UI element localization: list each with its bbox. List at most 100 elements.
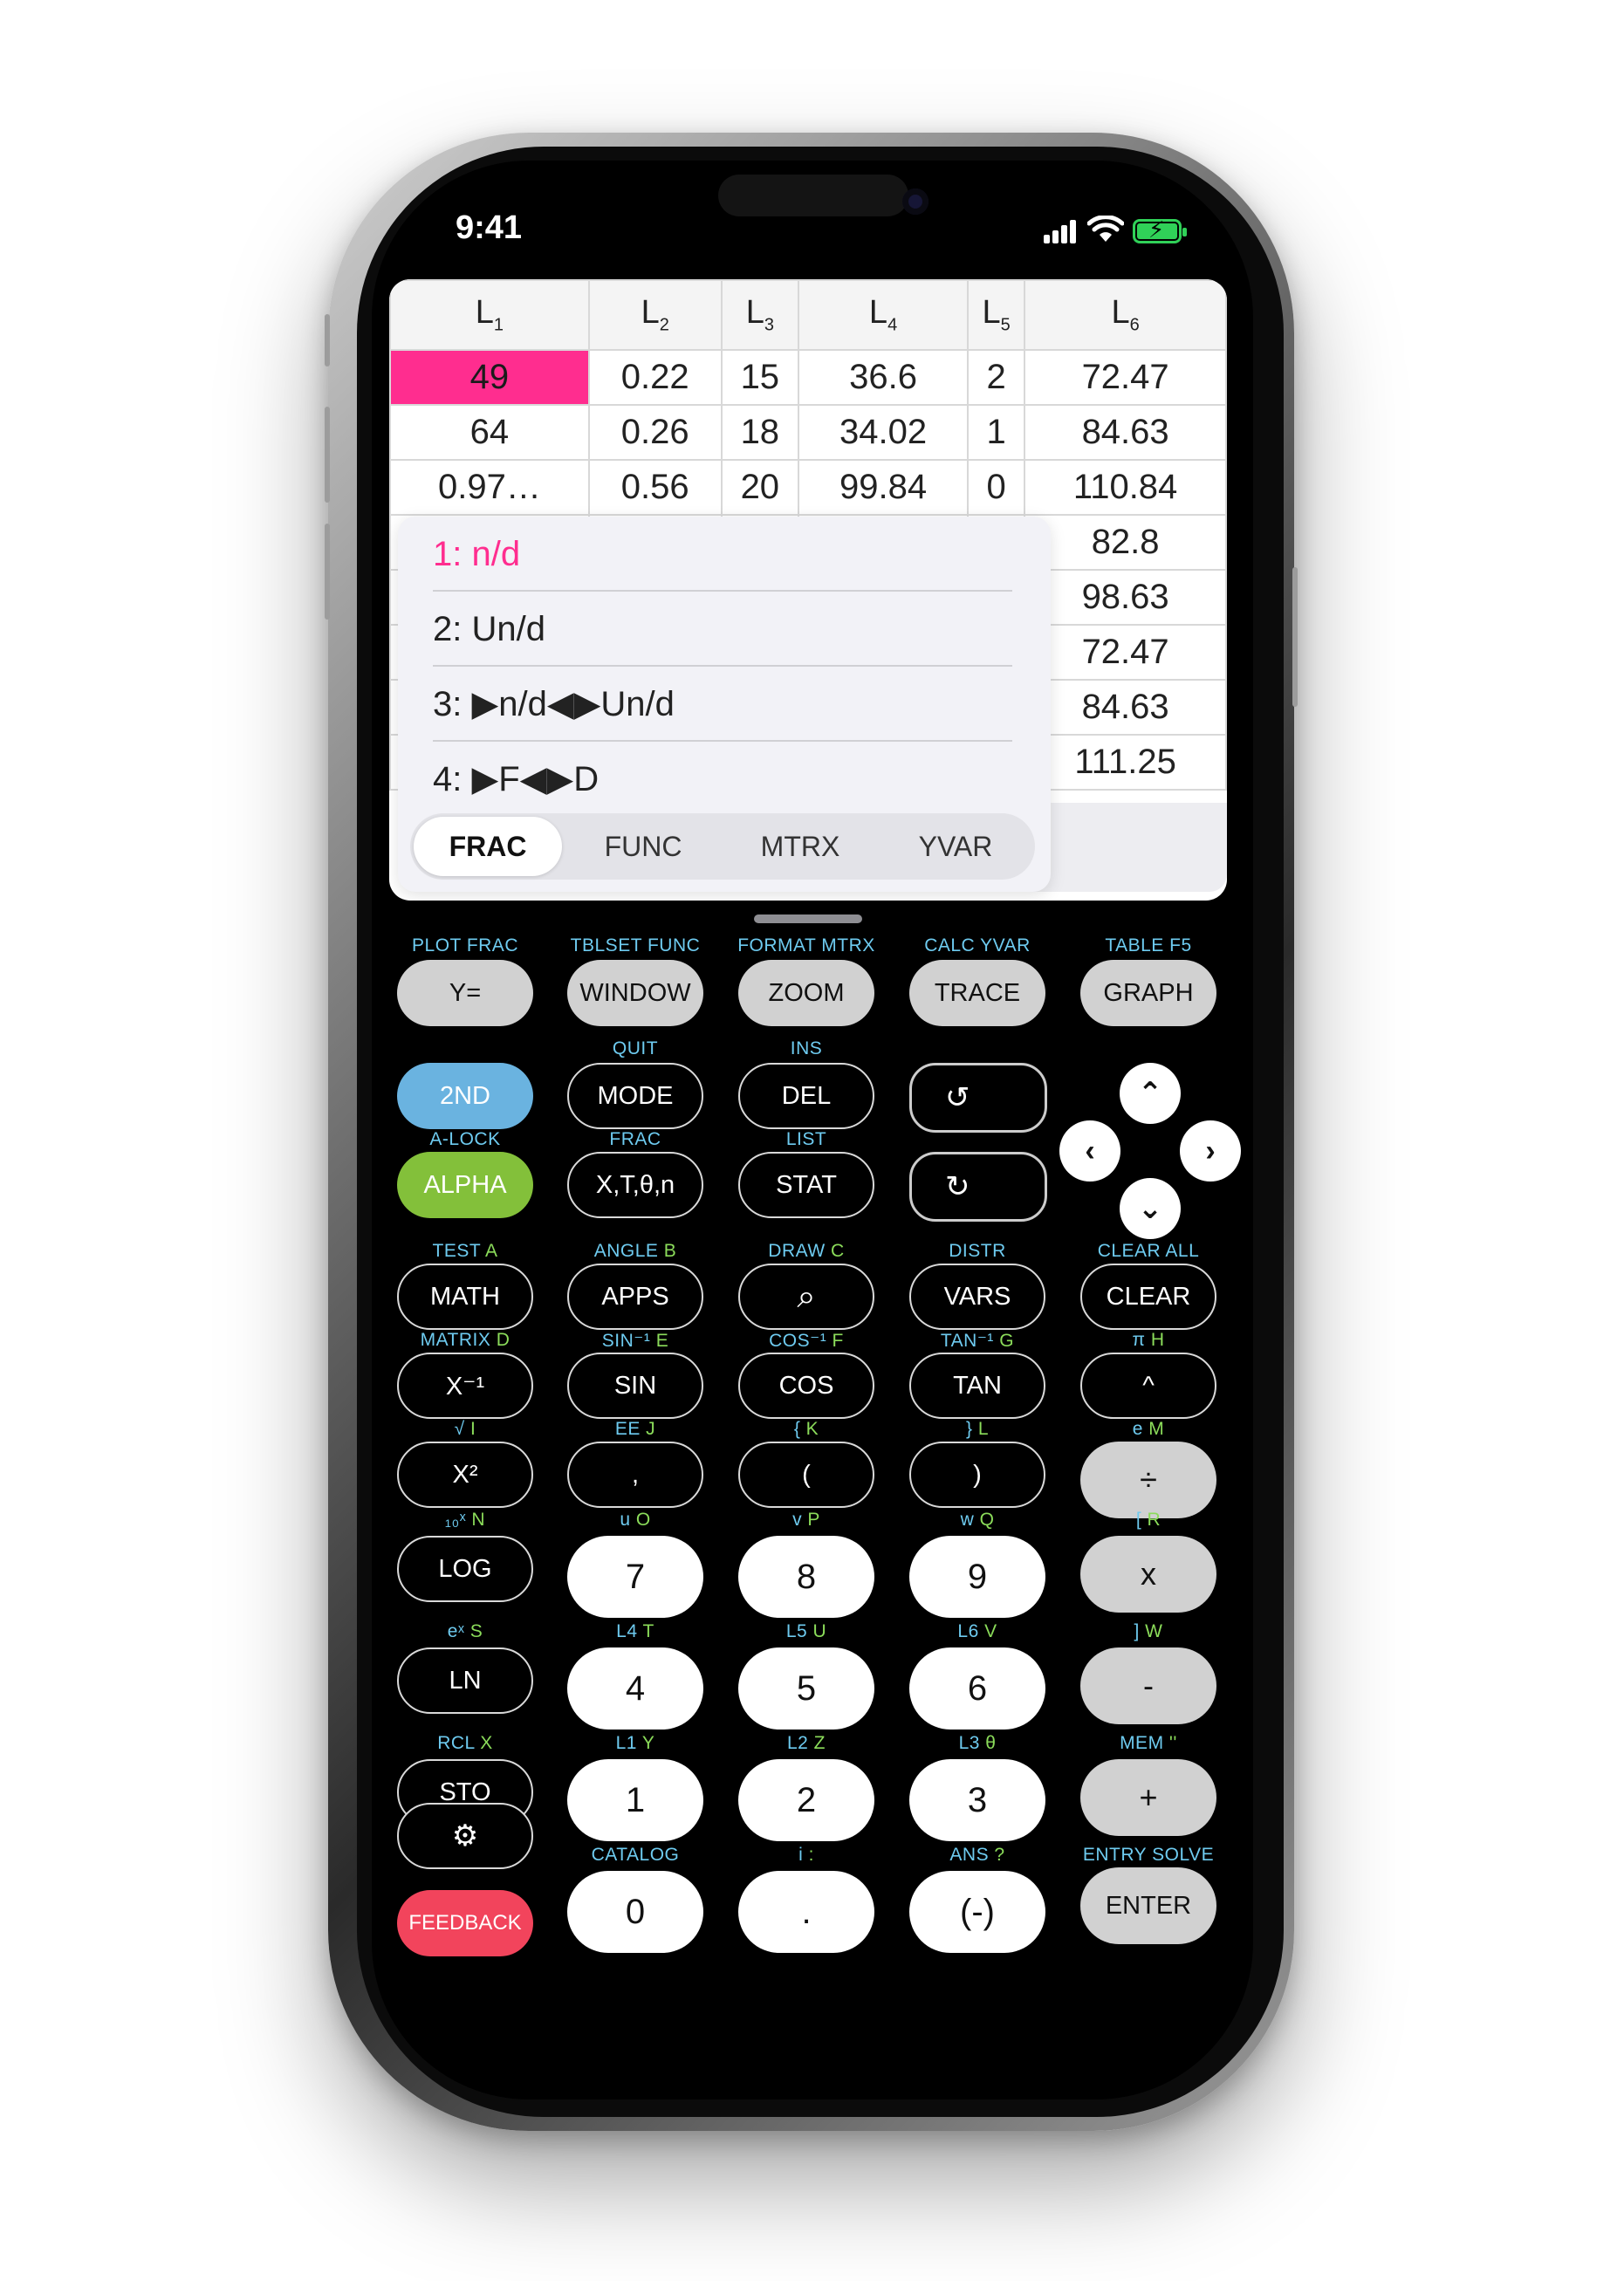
table-cell[interactable]: 98.63 [1024,569,1227,626]
tab-yvar[interactable]: YVAR [881,817,1030,876]
key-4[interactable]: 4 [567,1647,703,1730]
table-cell[interactable]: 49 [389,349,590,406]
label-row6-3: } L [899,1419,1056,1440]
key-0[interactable]: 0 [567,1871,703,1953]
table-cell[interactable]: 15 [720,349,800,406]
table-cell[interactable]: 84.63 [1024,404,1227,461]
key-2nd[interactable]: 2ND [397,1063,533,1129]
arrow-up-icon[interactable]: ⌃ [1120,1063,1181,1124]
menu-item-convert-decimal[interactable]: 4: ▶F◀▶D [433,742,1012,812]
key-tan[interactable]: TAN [909,1353,1045,1419]
table-cell[interactable]: 64 [389,404,590,461]
menu-item-un-d[interactable]: 2: Un/d [433,592,1012,667]
key-trace[interactable]: TRACE [909,960,1045,1026]
key-search[interactable]: ⌕ [738,1264,874,1330]
table-cell[interactable]: 2 [967,349,1026,406]
key-1[interactable]: 1 [567,1759,703,1841]
tab-frac[interactable]: FRAC [414,817,562,876]
key-6[interactable]: 6 [909,1647,1045,1730]
key-log[interactable]: LOG [397,1536,533,1602]
battery-charging-icon: ⚡ [1133,216,1187,243]
column-header-l5[interactable]: L5 [967,279,1026,351]
key-mode[interactable]: MODE [567,1063,703,1129]
key-apps-label: APPS [601,1282,669,1311]
key-del[interactable]: DEL [738,1063,874,1129]
menu-item-n-d[interactable]: 1: n/d [433,517,1012,592]
table-cell[interactable]: 0.22 [587,349,723,406]
key-sym-row6-3[interactable]: ) [909,1442,1045,1508]
table-cell[interactable]: 72.47 [1024,349,1227,406]
arrow-down-icon[interactable]: ⌄ [1120,1178,1181,1239]
key-apps[interactable]: APPS [567,1264,703,1330]
table-cell[interactable]: 111.25 [1024,734,1227,791]
key-9[interactable]: 9 [909,1536,1045,1618]
table-cell[interactable]: 84.63 [1024,679,1227,736]
label-row4-1: ANGLE B [557,1241,714,1262]
key-graph[interactable]: GRAPH [1080,960,1216,1026]
drag-handle[interactable] [754,914,862,923]
math-submenu: 1: n/d 2: Un/d 3: ▶n/d◀▶Un/d 4: ▶F◀▶D FR… [398,517,1051,892]
key-5[interactable]: 5 [738,1647,874,1730]
table-cell[interactable]: 99.84 [798,459,970,516]
table-cell[interactable]: 82.8 [1024,514,1227,571]
table-cell[interactable]: 34.02 [798,404,970,461]
key-2[interactable]: 2 [738,1759,874,1841]
key-negate[interactable]: (-) [909,1871,1045,1953]
table-cell[interactable]: 72.47 [1024,624,1227,681]
table-cell[interactable]: 18 [720,404,800,461]
menu-item-convert-frac[interactable]: 3: ▶n/d◀▶Un/d [433,667,1012,742]
redo-button[interactable]: ↻ [909,1152,1047,1222]
key-stat[interactable]: STAT [738,1152,874,1218]
table-cell[interactable]: 0.26 [587,404,723,461]
table-cell[interactable]: 1 [967,404,1026,461]
key-x[interactable]: x [1080,1536,1216,1613]
key-ln[interactable]: LN [397,1647,533,1714]
table-cell[interactable]: 0.97… [389,459,590,516]
undo-button[interactable]: ↺ [909,1063,1047,1133]
key-8[interactable]: 8 [738,1536,874,1618]
column-header-l6[interactable]: L6 [1024,279,1227,351]
key-vars[interactable]: VARS [909,1264,1045,1330]
key-enter[interactable]: ENTER [1080,1867,1216,1944]
arrow-left-icon[interactable]: ‹ [1059,1120,1120,1182]
key-clear[interactable]: CLEAR [1080,1264,1216,1330]
key-sym-row9-4[interactable]: + [1080,1759,1216,1836]
key-math[interactable]: MATH [397,1264,533,1330]
table-cell[interactable]: 36.6 [798,349,970,406]
column-header-l4[interactable]: L4 [798,279,970,351]
key-sym-row6-2[interactable]: ( [738,1442,874,1508]
table-cell[interactable]: 0 [967,459,1026,516]
key-3[interactable]: 3 [909,1759,1045,1841]
key-sym-row6-1[interactable]: , [567,1442,703,1508]
key-cos[interactable]: COS [738,1353,874,1419]
table-cell[interactable]: 110.84 [1024,459,1227,516]
key-window[interactable]: WINDOW [567,960,703,1026]
label-frac-text: FRAC [609,1129,661,1149]
label-row5-4: π H [1070,1330,1227,1351]
key-7[interactable]: 7 [567,1536,703,1618]
key-decimal[interactable]: . [738,1871,874,1953]
key-y[interactable]: Y= [397,960,533,1026]
key-sym-row5-4[interactable]: ^ [1080,1353,1216,1419]
table-cell[interactable]: 0.56 [587,459,723,516]
label-tblset-func: TBLSET FUNC [557,935,714,956]
table-header-row: L1 L2 L3 L4 L5 L6 [389,279,1227,351]
tab-func[interactable]: FUNC [569,817,717,876]
key-x[interactable]: X² [397,1442,533,1508]
column-header-l3[interactable]: L3 [720,279,800,351]
key-sym-row8-4[interactable]: - [1080,1647,1216,1724]
column-header-l1[interactable]: L1 [389,279,590,351]
table-cell[interactable]: 20 [720,459,800,516]
key-xttheta[interactable]: X,T,θ,n [567,1152,703,1218]
key-zoom[interactable]: ZOOM [738,960,874,1026]
column-header-l2[interactable]: L2 [587,279,723,351]
key-alpha[interactable]: ALPHA [397,1152,533,1218]
key-sym-row6-4[interactable]: ÷ [1080,1442,1216,1518]
feedback-button[interactable]: FEEDBACK [397,1890,533,1956]
tab-mtrx[interactable]: MTRX [726,817,874,876]
key-x[interactable]: X⁻¹ [397,1353,533,1419]
arrow-right-icon[interactable]: › [1180,1120,1241,1182]
settings-button[interactable]: ⚙ [397,1803,533,1869]
key-sin[interactable]: SIN [567,1353,703,1419]
key-7-label: 7 [625,1557,646,1596]
